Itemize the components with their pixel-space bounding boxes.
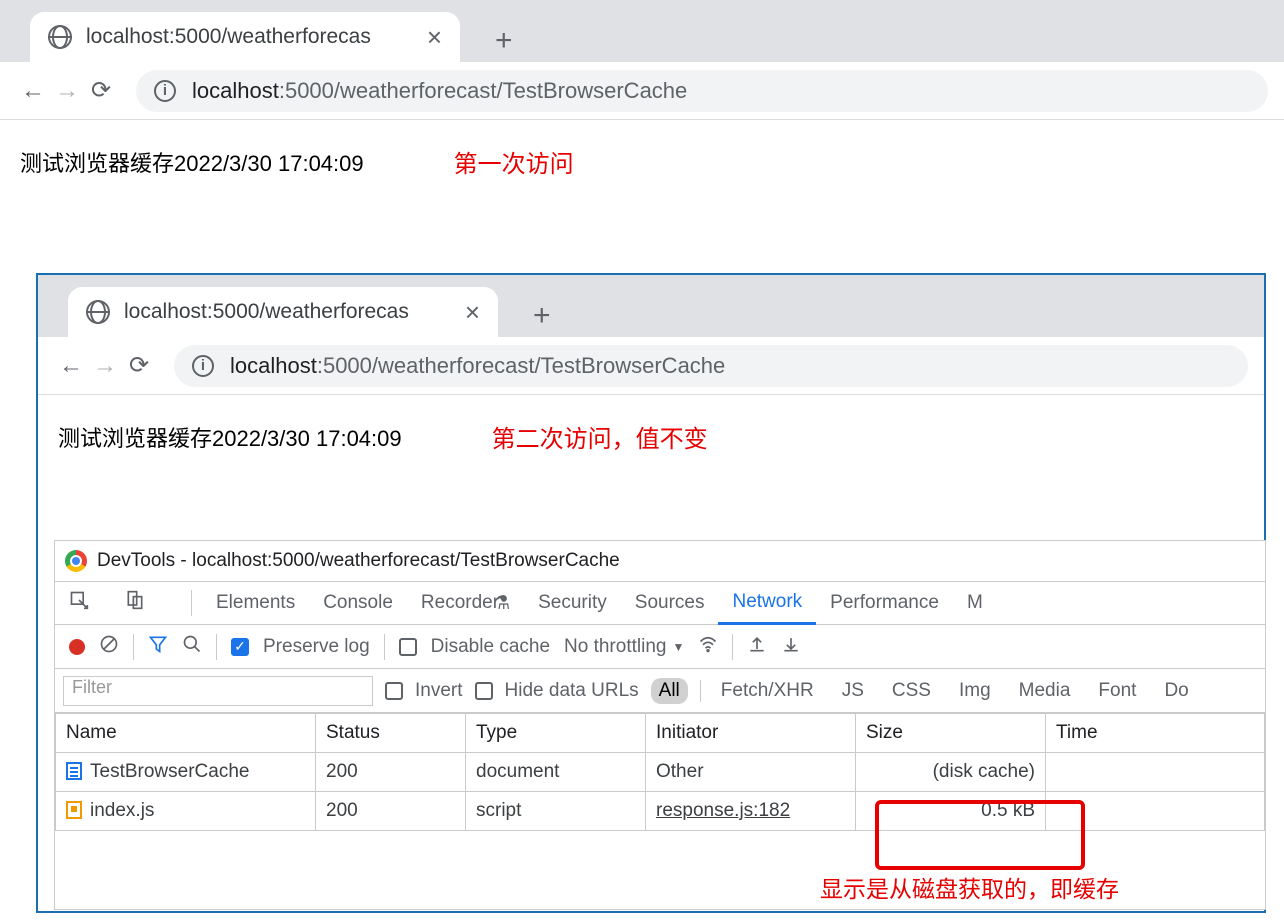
url-host: localhost: [192, 78, 279, 104]
reload-button[interactable]: ⟳: [122, 351, 156, 380]
network-filter-bar: Filter Invert Hide data URLs All Fetch/X…: [55, 669, 1265, 713]
devtools-titlebar: DevTools - localhost:5000/weatherforecas…: [55, 541, 1265, 581]
back-button[interactable]: ←: [54, 352, 88, 380]
table-row[interactable]: TestBrowserCache 200 document Other (dis…: [56, 753, 1265, 792]
network-table: Name Status Type Initiator Size Time Tes…: [55, 713, 1265, 831]
network-toolbar: ✓ Preserve log Disable cache No throttli…: [55, 625, 1265, 669]
back-button[interactable]: ←: [16, 77, 50, 105]
filter-img[interactable]: Img: [951, 678, 999, 704]
annotation-1: 第一次访问: [454, 144, 574, 179]
tab-network[interactable]: Network: [718, 581, 816, 625]
filter-doc[interactable]: Do: [1156, 678, 1196, 704]
col-size[interactable]: Size: [856, 714, 1046, 753]
globe-icon: [86, 300, 110, 324]
tab-more[interactable]: M: [953, 581, 997, 625]
upload-har-icon[interactable]: [747, 634, 767, 660]
address-bar: ← → ⟳ i localhost:5000/weatherforecast/T…: [38, 337, 1264, 395]
inspect-icon[interactable]: [69, 590, 107, 616]
search-icon[interactable]: [182, 634, 202, 660]
body-text: 测试浏览器缓存2022/3/30 17:04:09: [20, 146, 364, 178]
browser-tab[interactable]: localhost:5000/weatherforecas ×: [30, 12, 460, 62]
site-info-icon[interactable]: i: [192, 355, 214, 377]
col-time[interactable]: Time: [1046, 714, 1265, 753]
globe-icon: [48, 25, 72, 49]
col-name[interactable]: Name: [56, 714, 316, 753]
filter-input[interactable]: Filter: [63, 676, 373, 706]
tab-sources[interactable]: Sources: [621, 581, 719, 625]
forward-button: →: [50, 77, 84, 105]
annotation-3: 显示是从磁盘获取的，即缓存: [820, 870, 1119, 904]
forward-button: →: [88, 352, 122, 380]
tab-console[interactable]: Console: [309, 581, 407, 625]
filter-icon[interactable]: [148, 634, 168, 660]
browser-tab[interactable]: localhost:5000/weatherforecas ×: [68, 287, 498, 337]
url-path: :5000/weatherforecast/TestBrowserCache: [317, 353, 725, 379]
invert-checkbox[interactable]: [385, 682, 403, 700]
preserve-log-label: Preserve log: [263, 636, 370, 658]
page-content: 测试浏览器缓存2022/3/30 17:04:09 第二次访问，值不变: [38, 395, 1264, 478]
filter-media[interactable]: Media: [1011, 678, 1079, 704]
url-input[interactable]: i localhost:5000/weatherforecast/TestBro…: [174, 345, 1248, 387]
close-tab-icon[interactable]: ×: [455, 297, 480, 328]
hide-data-urls-label: Hide data URLs: [505, 680, 639, 702]
url-path: :5000/weatherforecast/TestBrowserCache: [279, 78, 687, 104]
col-type[interactable]: Type: [466, 714, 646, 753]
record-button[interactable]: [69, 639, 85, 655]
wifi-icon[interactable]: [698, 634, 718, 660]
script-icon: [66, 801, 82, 819]
flask-icon: ⚗: [493, 592, 510, 615]
devtools-window: DevTools - localhost:5000/weatherforecas…: [54, 540, 1266, 910]
filter-xhr[interactable]: Fetch/XHR: [713, 678, 822, 704]
tab-recorder[interactable]: Recorder ⚗: [407, 581, 524, 625]
device-icon[interactable]: [125, 590, 163, 616]
close-tab-icon[interactable]: ×: [417, 22, 442, 53]
hide-data-urls-checkbox[interactable]: [475, 682, 493, 700]
col-status[interactable]: Status: [316, 714, 466, 753]
devtools-tabs: Elements Console Recorder ⚗ Security Sou…: [55, 581, 1265, 625]
new-tab-button[interactable]: +: [495, 24, 513, 58]
filter-js[interactable]: JS: [834, 678, 872, 704]
preserve-log-checkbox[interactable]: ✓: [231, 638, 249, 656]
tab-title: localhost:5000/weatherforecas: [124, 300, 455, 324]
page-content: 测试浏览器缓存2022/3/30 17:04:09 第一次访问: [0, 120, 1284, 203]
new-tab-button[interactable]: +: [533, 299, 551, 333]
disable-cache-checkbox[interactable]: [399, 638, 417, 656]
tab-security[interactable]: Security: [524, 581, 621, 625]
invert-label: Invert: [415, 680, 463, 702]
body-text: 测试浏览器缓存2022/3/30 17:04:09: [58, 421, 402, 453]
filter-all[interactable]: All: [651, 678, 688, 704]
throttling-select[interactable]: No throttling ▼: [564, 636, 684, 658]
tab-title: localhost:5000/weatherforecas: [86, 25, 417, 49]
filter-font[interactable]: Font: [1090, 678, 1144, 704]
chrome-icon: [65, 550, 87, 572]
tab-bar: localhost:5000/weatherforecas × +: [38, 275, 1264, 337]
document-icon: [66, 762, 82, 780]
clear-button[interactable]: [99, 634, 119, 660]
tab-elements[interactable]: Elements: [202, 581, 309, 625]
filter-css[interactable]: CSS: [884, 678, 939, 704]
download-har-icon[interactable]: [781, 634, 801, 660]
reload-button[interactable]: ⟳: [84, 76, 118, 105]
devtools-title: DevTools - localhost:5000/weatherforecas…: [97, 550, 620, 572]
site-info-icon[interactable]: i: [154, 80, 176, 102]
annotation-2: 第二次访问，值不变: [492, 419, 708, 454]
col-initiator[interactable]: Initiator: [646, 714, 856, 753]
address-bar: ← → ⟳ i localhost:5000/weatherforecast/T…: [0, 62, 1284, 120]
url-input[interactable]: i localhost:5000/weatherforecast/TestBro…: [136, 70, 1268, 112]
disable-cache-label: Disable cache: [431, 636, 550, 658]
tab-performance[interactable]: Performance: [816, 581, 953, 625]
table-row[interactable]: index.js 200 script response.js:182 0.5 …: [56, 792, 1265, 831]
tab-bar: localhost:5000/weatherforecas × +: [0, 0, 1284, 62]
url-host: localhost: [230, 353, 317, 379]
